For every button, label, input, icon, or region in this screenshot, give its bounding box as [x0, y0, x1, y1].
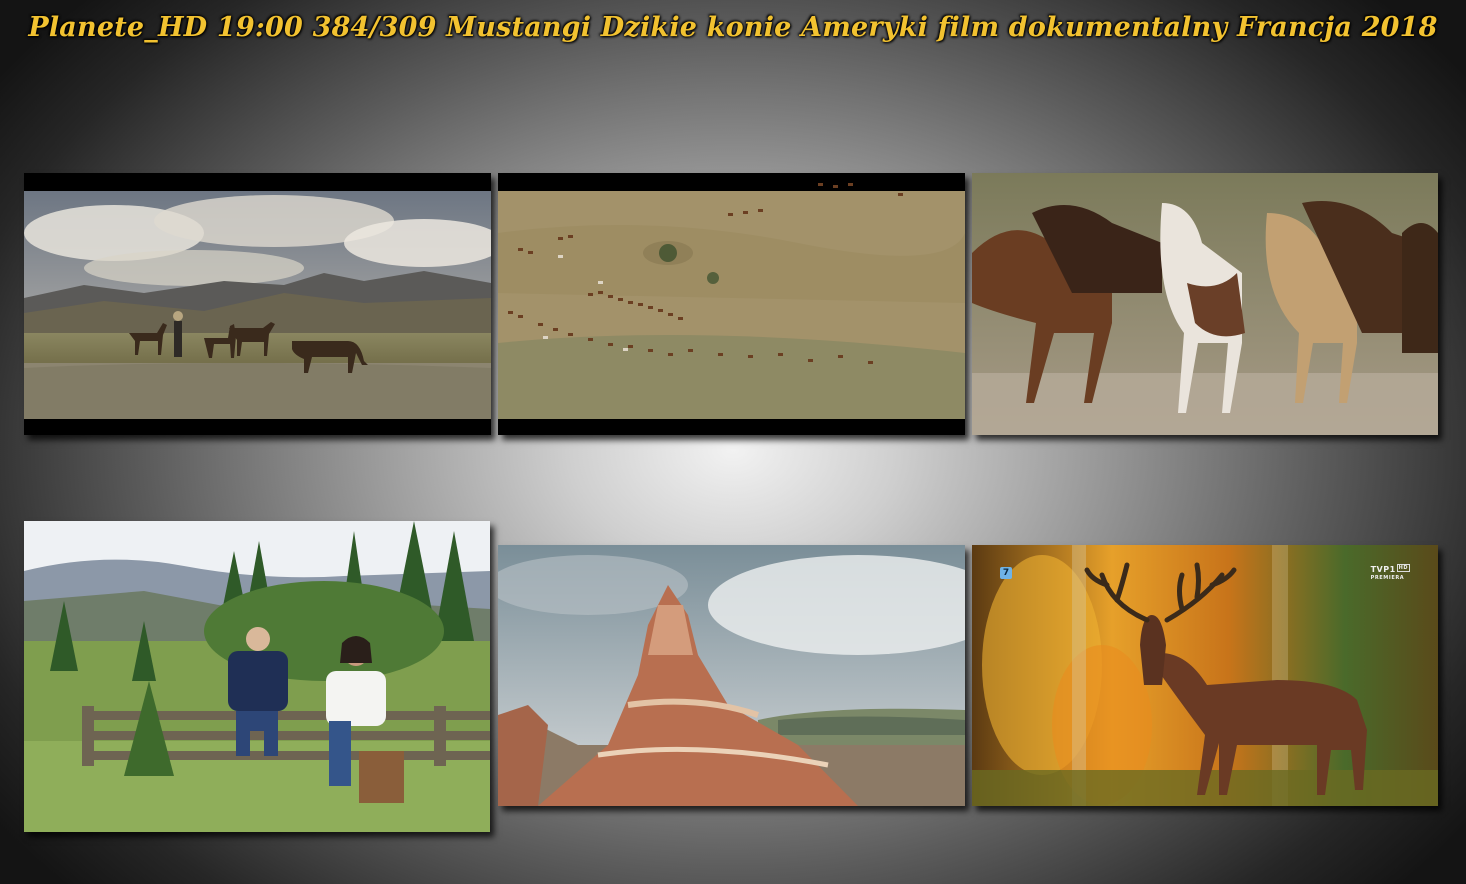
thumbnail-aerial-herd[interactable] — [498, 173, 965, 435]
thumbnail-red-deer[interactable]: 7 TVP1 HD PREMIERA — [972, 545, 1438, 806]
running-horses-image — [972, 173, 1438, 435]
channel-logo-hd: HD — [1396, 564, 1410, 572]
aerial-herd-image — [498, 173, 965, 435]
channel-logo: TVP1 HD PREMIERA — [1370, 564, 1410, 581]
channel-logo-sub: PREMIERA — [1370, 575, 1405, 581]
channel-logo-text: TVP1 — [1370, 565, 1396, 574]
channel-number-badge: 7 — [1000, 567, 1012, 579]
presenters-image — [24, 521, 490, 832]
thumbnail-presenters[interactable] — [24, 521, 490, 832]
thumbnail-red-rock[interactable] — [498, 545, 965, 806]
page-title: Planete_HD 19:00 384/309 Mustangi Dzikie… — [28, 12, 1438, 43]
thumbnail-running-horses[interactable] — [972, 173, 1438, 435]
thumbnail-horses-drinking[interactable] — [24, 173, 491, 435]
red-rock-image — [498, 545, 965, 806]
horses-drinking-image — [24, 173, 491, 435]
red-deer-image — [972, 545, 1438, 806]
